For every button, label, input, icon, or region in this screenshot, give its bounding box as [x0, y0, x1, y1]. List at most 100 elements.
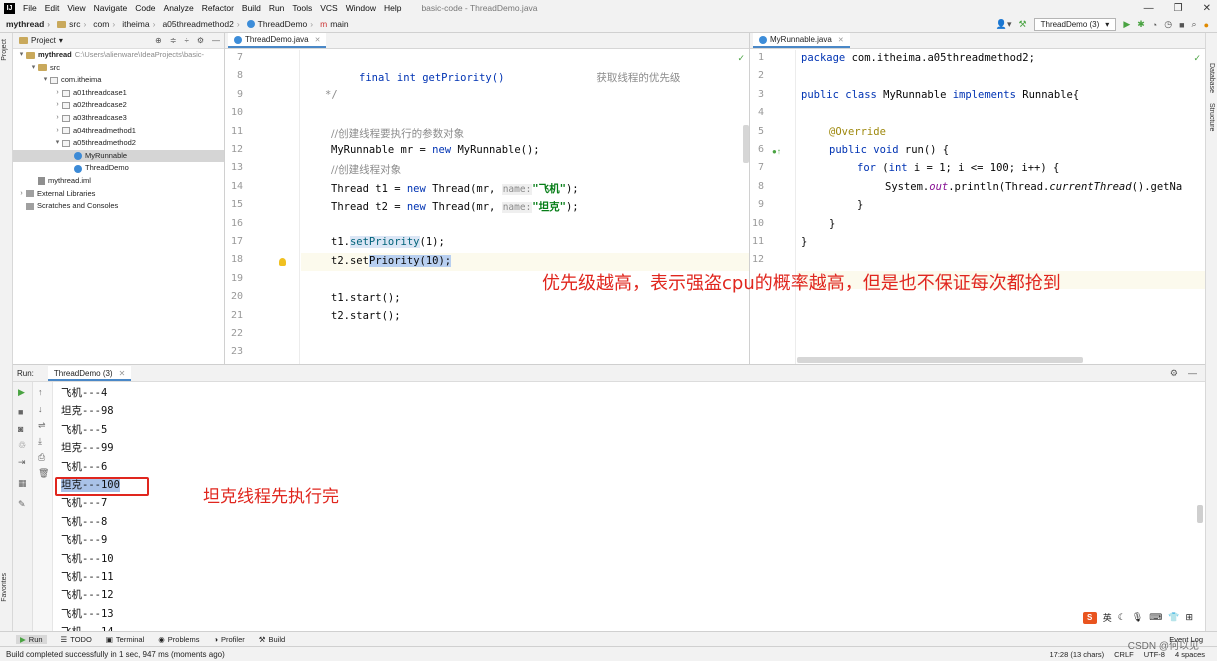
- debug-icon[interactable]: ✱: [1137, 19, 1145, 30]
- chevron-icon[interactable]: ▾: [17, 49, 26, 62]
- close-tab-icon[interactable]: ✕: [315, 36, 321, 44]
- console-output[interactable]: 飞机---4 坦克---98 飞机---5 坦克---99 飞机---6 坦克---100…: [59, 385, 1195, 638]
- pin-icon[interactable]: ✎: [18, 499, 26, 510]
- microphone-icon[interactable]: 🎙: [1132, 612, 1143, 623]
- menu-help[interactable]: Help: [384, 3, 401, 13]
- gear-icon[interactable]: ⚙: [197, 36, 204, 45]
- tree-item-com-itheima[interactable]: ▾ com.itheima: [13, 74, 224, 87]
- breadcrumb-module[interactable]: mythread ›: [6, 19, 53, 29]
- breadcrumb-method[interactable]: m main: [320, 19, 349, 29]
- database-tool-tab[interactable]: Database: [1208, 63, 1215, 93]
- tree-item-a04threadmethod1[interactable]: › a04threadmethod1: [13, 125, 224, 138]
- chevron-icon[interactable]: ▾: [41, 74, 50, 87]
- run-configuration-select[interactable]: ThreadDemo (3) ▾: [1033, 18, 1117, 31]
- menu-file[interactable]: File: [23, 3, 37, 13]
- stop-icon[interactable]: ■: [1179, 20, 1184, 30]
- menu-view[interactable]: View: [67, 3, 85, 13]
- keyboard-icon[interactable]: ⌨: [1149, 612, 1162, 623]
- build-hammer-icon[interactable]: ⚒: [1019, 19, 1027, 30]
- ime-language[interactable]: 英: [1103, 611, 1112, 624]
- camera-icon[interactable]: ◙: [18, 424, 23, 434]
- scroll-up-icon[interactable]: ↑: [38, 387, 43, 397]
- bottom-tab-todo[interactable]: ☰ TODO: [61, 635, 92, 644]
- layout-icon[interactable]: ▦: [18, 478, 27, 489]
- tree-item-a02threadcase2[interactable]: › a02threadcase2: [13, 99, 224, 112]
- breadcrumb-src[interactable]: src ›: [57, 19, 89, 29]
- chevron-icon[interactable]: ›: [53, 99, 62, 112]
- code-area-right[interactable]: package com.itheima.a05threadmethod2; pu…: [797, 50, 1205, 364]
- project-title[interactable]: Project: [31, 36, 56, 45]
- minimize-icon[interactable]: —: [1144, 3, 1154, 14]
- menu-analyze[interactable]: Analyze: [164, 3, 194, 13]
- menu-edit[interactable]: Edit: [45, 3, 60, 13]
- profile-icon[interactable]: ◷: [1164, 19, 1172, 30]
- hide-icon[interactable]: —: [1188, 368, 1197, 379]
- chevron-icon[interactable]: ›: [53, 112, 62, 125]
- shirt-icon[interactable]: 👕: [1168, 612, 1179, 623]
- structure-tool-tab[interactable]: Structure: [1208, 103, 1215, 131]
- chevron-icon[interactable]: ▾: [29, 62, 38, 75]
- gear-icon[interactable]: ⚙: [1170, 368, 1178, 379]
- tree-item-external-libraries[interactable]: › External Libraries: [13, 188, 224, 201]
- horizontal-scrollbar[interactable]: [797, 357, 1083, 363]
- menu-window[interactable]: Window: [346, 3, 376, 13]
- scroll-to-end-icon[interactable]: ⤓: [38, 436, 42, 447]
- console-scrollbar[interactable]: [1197, 505, 1203, 523]
- implements-gutter-icon[interactable]: ●↑: [772, 147, 781, 156]
- bottom-tab-run[interactable]: ▶ Run: [16, 634, 47, 644]
- tree-item-a01threadcase1[interactable]: › a01threadcase1: [13, 87, 224, 100]
- grid-icon[interactable]: ⊞: [1185, 612, 1193, 623]
- coverage-icon[interactable]: ◔: [1152, 20, 1157, 30]
- user-icon[interactable]: 👤▾: [996, 19, 1012, 30]
- tree-item-a05threadmethod2[interactable]: ▾ a05threadmethod2: [13, 137, 224, 150]
- hide-icon[interactable]: —: [212, 36, 220, 45]
- code-area[interactable]: final int getPriority() 获取线程的优先级 */ //创建线…: [279, 50, 749, 364]
- tree-item-threaddemo[interactable]: ThreadDemo: [13, 162, 224, 175]
- tab-threaddemo-java[interactable]: ThreadDemo.java ✕: [228, 33, 327, 48]
- close-tab-icon[interactable]: ✕: [838, 36, 844, 44]
- run-tab-threaddemo[interactable]: ThreadDemo (3) ✕: [47, 365, 132, 381]
- rerun-icon[interactable]: ▶: [18, 387, 25, 398]
- tree-item-mythread-iml[interactable]: mythread.iml: [13, 175, 224, 188]
- chevron-icon[interactable]: ▾: [53, 137, 62, 150]
- update-icon[interactable]: ●: [1204, 20, 1209, 30]
- menu-code[interactable]: Code: [135, 3, 155, 13]
- trash-icon[interactable]: 🗑: [38, 468, 49, 479]
- locate-icon[interactable]: ⊕: [155, 36, 162, 45]
- lightbulb-icon[interactable]: [279, 258, 286, 266]
- tree-item-mythread[interactable]: ▾ mythread C:\Users\alienware\IdeaProjects…: [13, 49, 224, 62]
- chevron-icon[interactable]: ›: [17, 188, 26, 201]
- tree-item-scratches-and-consoles[interactable]: Scratches and Consoles: [13, 200, 224, 213]
- project-tool-tab[interactable]: Project: [1, 39, 8, 61]
- print-icon[interactable]: ⎙: [38, 452, 45, 463]
- breadcrumb-package[interactable]: a05threadmethod2 ›: [162, 19, 242, 29]
- inspection-ok-icon[interactable]: ✓: [1193, 53, 1201, 64]
- tree-item-myrunnable[interactable]: MyRunnable: [13, 149, 224, 163]
- status-message[interactable]: Build completed successfully in 1 sec, 9…: [6, 650, 225, 659]
- inspection-ok-icon[interactable]: ✓: [737, 53, 745, 64]
- chevron-icon[interactable]: ›: [53, 125, 62, 138]
- chevron-down-icon[interactable]: ▾: [59, 36, 63, 45]
- menu-build[interactable]: Build: [242, 3, 261, 13]
- menu-refactor[interactable]: Refactor: [202, 3, 234, 13]
- caret-position[interactable]: 17:28 (13 chars): [1050, 650, 1105, 659]
- maximize-icon[interactable]: ❐: [1174, 3, 1183, 14]
- exit-icon[interactable]: ⇥: [18, 457, 26, 468]
- restore-layout-icon[interactable]: ♲: [18, 440, 26, 451]
- soft-wrap-icon[interactable]: ⇌: [38, 420, 46, 431]
- close-tab-icon[interactable]: ✕: [119, 369, 126, 378]
- favorites-tool-tab[interactable]: Favorites: [1, 573, 8, 602]
- tree-item-src[interactable]: ▾ src: [13, 62, 224, 75]
- moon-icon[interactable]: ☾: [1118, 612, 1126, 623]
- menu-tools[interactable]: Tools: [292, 3, 312, 13]
- bottom-tab-terminal[interactable]: ▣ Terminal: [106, 635, 144, 644]
- menu-run[interactable]: Run: [269, 3, 285, 13]
- collapse-icon[interactable]: ≑: [170, 36, 177, 45]
- tree-item-a03threadcase3[interactable]: › a03threadcase3: [13, 112, 224, 125]
- bottom-tab-profiler[interactable]: ◑ Profiler: [213, 635, 244, 644]
- run-icon[interactable]: ▶: [1123, 19, 1130, 30]
- breadcrumb-class[interactable]: ThreadDemo ›: [246, 19, 316, 29]
- menu-vcs[interactable]: VCS: [320, 3, 337, 13]
- close-icon[interactable]: ✕: [1203, 3, 1211, 14]
- expand-icon[interactable]: ÷: [184, 36, 188, 45]
